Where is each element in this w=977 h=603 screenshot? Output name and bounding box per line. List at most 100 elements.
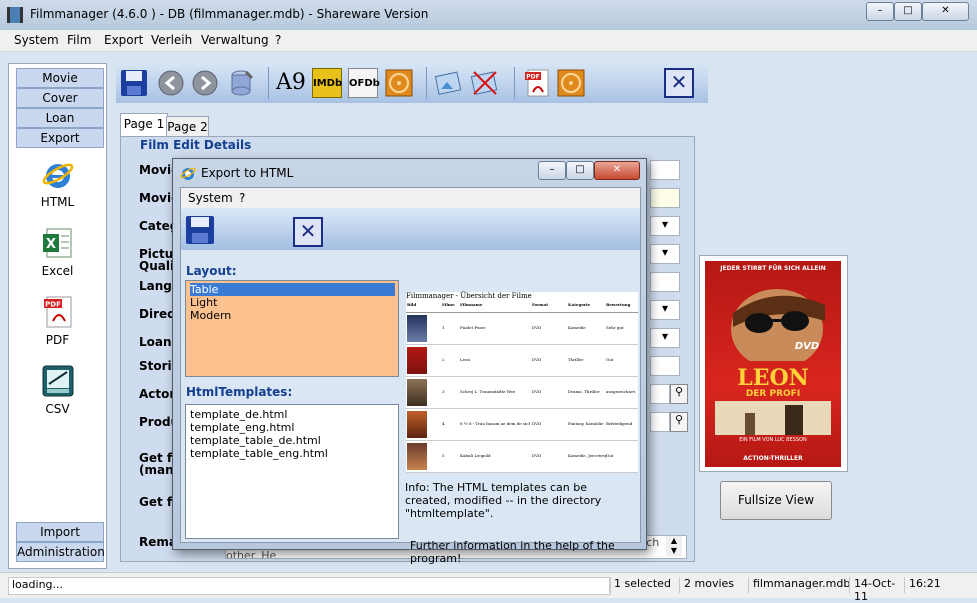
dialog-minimize-button[interactable]: – — [538, 161, 566, 180]
pdf-icon[interactable]: PDF — [41, 295, 75, 329]
close-icon[interactable]: ✕ — [293, 217, 323, 247]
templates-listbox[interactable]: template_de.html template_eng.html templ… — [185, 404, 399, 539]
preview-cell: 2 — [442, 357, 445, 362]
menu-verleih[interactable]: Verleih — [151, 33, 192, 47]
loan-dropdown[interactable]: ▾ — [650, 328, 680, 348]
nav-loan-button[interactable]: Loan — [16, 108, 104, 128]
cover-dvd-badge: DVD — [794, 341, 820, 352]
status-time: 16:21 — [904, 577, 949, 593]
producer-field[interactable] — [650, 412, 670, 432]
dvd-icon[interactable] — [556, 68, 586, 98]
preview-cell: Komedie, Jercetrey — [568, 453, 607, 458]
preview-cover-thumb — [407, 379, 427, 406]
menu-export[interactable]: Export — [104, 33, 143, 47]
dialog-close-button[interactable]: ✕ — [594, 161, 640, 180]
nav-import-button[interactable]: Import — [16, 522, 104, 542]
export-csv-label[interactable]: CSV — [9, 402, 106, 416]
producer-search-icon[interactable]: ⚲ — [670, 412, 688, 432]
dialog-menu-help[interactable]: ? — [239, 191, 245, 205]
preview-cover-thumb — [407, 443, 427, 470]
nav-administration-button[interactable]: Administration — [16, 542, 105, 562]
tab-page-1[interactable]: Page 1 — [120, 113, 168, 137]
export-html-label[interactable]: HTML — [9, 195, 106, 209]
window-title: Filmmanager (4.6.0 ) - DB (filmmanager.m… — [30, 7, 429, 21]
menu-help[interactable]: ? — [275, 33, 281, 47]
minimize-button[interactable]: – — [866, 2, 894, 21]
export-pdf-label[interactable]: PDF — [9, 333, 106, 347]
preview-col: Bewertung — [606, 302, 631, 307]
info-text: Info: The HTML templates can be created,… — [405, 481, 602, 520]
preview-cell: Thriller — [568, 357, 584, 362]
dialog-title: Export to HTML — [201, 166, 294, 180]
html-templates-label: HtmlTemplates: — [186, 385, 293, 399]
layout-option-table[interactable]: Table — [190, 283, 395, 296]
ie-icon[interactable] — [41, 158, 75, 192]
remarks-scrollbar[interactable]: ▲ ▼ — [666, 536, 682, 556]
field-label-loan: Loan — [139, 335, 172, 349]
dialog-menu-system[interactable]: System — [188, 191, 233, 205]
menu-film[interactable]: Film — [67, 33, 91, 47]
back-icon[interactable] — [156, 68, 186, 98]
category-dropdown[interactable]: ▾ — [650, 216, 680, 236]
layout-option-light[interactable]: Light — [190, 296, 395, 309]
nav-cover-button[interactable]: Cover — [16, 88, 104, 108]
preview-cell: Fantasy, Komödie — [568, 421, 604, 426]
preview-row: 5 Kabuli Leopold DVD Komedie, Jercetrey … — [406, 441, 638, 473]
menu-system[interactable]: System — [14, 33, 59, 47]
director-dropdown[interactable]: ▾ — [650, 300, 680, 320]
save-icon[interactable] — [119, 68, 149, 98]
preview-cell: DVD — [532, 357, 542, 362]
menu-verwaltung[interactable]: Verwaltung — [201, 33, 269, 47]
fullsize-view-button[interactable]: Fullsize View — [720, 481, 832, 520]
template-item[interactable]: template_table_de.html — [190, 434, 395, 447]
preview-cell: 3 — [442, 389, 445, 394]
preview-cell: Gut — [606, 453, 614, 458]
cover-scene-image — [715, 401, 831, 435]
actor-field[interactable] — [650, 384, 670, 404]
dialog-maximize-button[interactable]: □ — [566, 161, 594, 180]
csv-icon[interactable] — [41, 364, 75, 398]
layout-listbox[interactable]: Table Light Modern — [185, 280, 399, 377]
close-icon[interactable]: ✕ — [664, 68, 694, 98]
svg-text:X: X — [46, 237, 56, 252]
save-icon[interactable] — [185, 215, 215, 245]
actor-search-icon[interactable]: ⚲ — [670, 384, 688, 404]
movie-title-field[interactable] — [650, 160, 680, 180]
template-item[interactable]: template_table_eng.html — [190, 447, 395, 460]
tab-page-2[interactable]: Page 2 — [166, 116, 209, 137]
close-window-button[interactable]: ✕ — [922, 2, 969, 21]
picture-quality-dropdown[interactable]: ▾ — [650, 244, 680, 264]
export-html-dialog: Export to HTML – □ ✕ System ? ✕ Layout: … — [172, 158, 647, 565]
template-item[interactable]: template_de.html — [190, 408, 395, 421]
movie-orig-field[interactable] — [650, 188, 680, 208]
ofdb-icon[interactable]: OFDb — [348, 68, 380, 98]
preview-cover-thumb — [407, 315, 427, 342]
pdf-export-icon[interactable]: PDF — [522, 68, 552, 98]
dialog-body: System ? ✕ Layout: Table Light Modern Ht… — [180, 187, 641, 565]
preview-row: 2 Leon DVD Thriller Gut — [406, 345, 638, 377]
database-icon[interactable] — [226, 68, 256, 98]
preview-cell: 4 — [442, 421, 445, 426]
preview-cell: Leon — [460, 357, 471, 362]
a9-icon[interactable]: A9 — [276, 68, 306, 98]
layout-option-modern[interactable]: Modern — [190, 309, 395, 322]
imdb-icon[interactable]: IMDb — [312, 68, 342, 98]
forward-icon[interactable] — [190, 68, 220, 98]
preview-col: Kategorie — [568, 302, 591, 307]
export-excel-label[interactable]: Excel — [9, 264, 106, 278]
dialog-menu-bar: System ? — [181, 188, 640, 208]
preview-cell: Befriedigend — [606, 421, 633, 426]
preview-cell: Kabuli Leopold — [460, 453, 491, 458]
no-picture-icon[interactable] — [470, 68, 500, 98]
language-field[interactable] — [650, 272, 680, 292]
template-item[interactable]: template_eng.html — [190, 421, 395, 434]
html-preview-image: Filmmanager - Übersicht der Filme Bild F… — [406, 292, 638, 473]
maximize-button[interactable]: □ — [894, 2, 922, 21]
dvd-icon[interactable] — [384, 68, 414, 98]
storing-field[interactable] — [650, 356, 680, 376]
excel-icon[interactable]: X — [41, 226, 75, 260]
nav-movie-button[interactable]: Movie — [16, 68, 104, 88]
nav-export-button[interactable]: Export — [16, 128, 104, 148]
preview-header-row: Bild Filme Filmname Format Kategorie Bew… — [406, 302, 638, 313]
picture-icon[interactable] — [434, 68, 464, 98]
